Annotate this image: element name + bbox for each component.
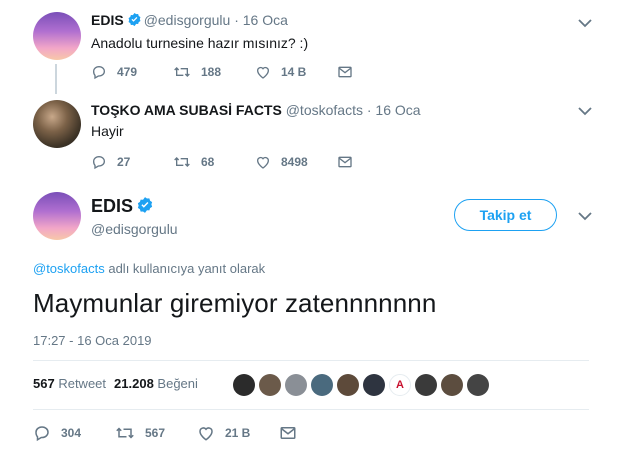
liker-avatar[interactable]	[259, 374, 281, 396]
tweet-header: EDIS @edisgorgulu · 16 Oca	[91, 12, 288, 30]
retweet-button[interactable]: 567	[115, 424, 197, 442]
retweet-icon	[116, 427, 134, 439]
tweet-stats: 567 Retweet 21.208 Beğeni	[33, 376, 206, 391]
mail-icon	[338, 66, 352, 78]
retweet-icon	[174, 67, 190, 77]
liker-avatar[interactable]	[467, 374, 489, 396]
chevron-down-icon[interactable]	[578, 211, 592, 221]
like-count: 14 B	[281, 65, 307, 79]
verified-badge-icon	[127, 12, 142, 30]
reply-mention-link[interactable]: @toskofacts	[33, 261, 105, 276]
like-count: 21 B	[225, 426, 251, 440]
reply-button[interactable]: 27	[91, 154, 173, 170]
verified-badge-icon	[136, 196, 154, 219]
tweet-time[interactable]: 16 Oca	[375, 102, 420, 118]
retweet-count: 567	[145, 426, 166, 440]
like-button[interactable]: 21 B	[197, 424, 279, 442]
main-tweet-text: Maymunlar giremiyor zatennnnnnn	[33, 288, 437, 318]
liker-avatars: A	[233, 374, 493, 396]
author-handle[interactable]: @edisgorgulu	[144, 12, 231, 28]
author-handle-main[interactable]: @edisgorgulu	[91, 221, 178, 237]
liker-avatar[interactable]: A	[389, 374, 411, 396]
mail-icon	[338, 156, 352, 168]
separator: ·	[234, 12, 239, 28]
tweet-toskofacts[interactable]: TOŞKO AMA SUBASİ FACTS @toskofacts · 16 …	[0, 92, 622, 180]
heart-icon	[257, 156, 269, 169]
avatar-toskofacts[interactable]	[33, 100, 81, 148]
author-name[interactable]: EDIS	[91, 196, 133, 216]
heart-icon	[257, 66, 269, 79]
retweet-stat-label: Retweet	[58, 376, 107, 391]
separator: ·	[366, 102, 372, 118]
reply-icon	[35, 426, 49, 442]
like-button[interactable]: 8498	[255, 154, 337, 170]
tweet-text: Hayir	[91, 123, 124, 139]
tweet-actions: 479 188 14 B	[91, 64, 363, 80]
retweet-button[interactable]: 68	[173, 154, 255, 170]
author-name[interactable]: EDIS	[91, 12, 124, 28]
thread-line	[55, 64, 57, 94]
reply-icon	[92, 155, 106, 170]
reply-button[interactable]: 304	[33, 424, 115, 442]
retweet-stat-count: 567	[33, 376, 55, 391]
reply-count: 304	[61, 426, 82, 440]
like-count: 8498	[281, 155, 308, 169]
retweet-stat[interactable]: 567 Retweet	[33, 376, 106, 391]
chevron-down-icon[interactable]	[578, 18, 592, 28]
reply-button[interactable]: 479	[91, 64, 173, 80]
author-name-main[interactable]: EDIS	[91, 196, 156, 219]
tweet-timestamp[interactable]: 17:27 - 16 Oca 2019	[33, 333, 152, 348]
dm-button[interactable]	[337, 64, 363, 80]
tweet-time[interactable]: 16 Oca	[243, 12, 288, 28]
liker-avatar[interactable]	[233, 374, 255, 396]
avatar-edis[interactable]	[33, 12, 81, 60]
retweet-icon	[174, 157, 190, 167]
liker-avatar[interactable]	[285, 374, 307, 396]
reply-context-text: adlı kullanıcıya yanıt olarak	[104, 261, 266, 276]
author-name[interactable]: TOŞKO AMA SUBASİ FACTS	[91, 102, 282, 118]
retweet-count: 68	[201, 155, 215, 169]
liker-avatar[interactable]	[337, 374, 359, 396]
chevron-down-icon[interactable]	[578, 106, 592, 116]
divider	[33, 409, 589, 410]
liker-avatar[interactable]	[415, 374, 437, 396]
reply-count: 479	[117, 65, 138, 79]
tweet-actions: 27 68 8498	[91, 154, 363, 170]
divider	[33, 360, 589, 361]
liker-avatar[interactable]	[441, 374, 463, 396]
main-tweet-actions: 304 567 21 B	[33, 424, 361, 442]
reply-context: @toskofacts adlı kullanıcıya yanıt olara…	[33, 261, 265, 276]
liker-avatar[interactable]	[311, 374, 333, 396]
like-stat-label: Beğeni	[157, 376, 198, 391]
tweet-text: Anadolu turnesine hazır mısınız? :)	[91, 35, 309, 51]
like-button[interactable]: 14 B	[255, 64, 337, 80]
like-stat-count: 21.208	[114, 376, 154, 391]
liker-avatar[interactable]	[363, 374, 385, 396]
tweet-header: TOŞKO AMA SUBASİ FACTS @toskofacts · 16 …	[91, 102, 421, 118]
dm-button[interactable]	[279, 424, 361, 442]
heart-icon	[199, 427, 213, 441]
retweet-count: 188	[201, 65, 222, 79]
reply-icon	[92, 65, 106, 80]
tweet-edis[interactable]: EDIS @edisgorgulu · 16 Oca Anadolu turnes…	[0, 0, 622, 94]
retweet-button[interactable]: 188	[173, 64, 255, 80]
author-handle[interactable]: @toskofacts	[286, 102, 363, 118]
avatar-edis-main[interactable]	[33, 192, 81, 240]
like-stat[interactable]: 21.208 Beğeni	[114, 376, 198, 391]
follow-button[interactable]: Takip et	[454, 199, 557, 231]
mail-icon	[280, 427, 296, 439]
reply-count: 27	[117, 155, 131, 169]
dm-button[interactable]	[337, 154, 363, 170]
